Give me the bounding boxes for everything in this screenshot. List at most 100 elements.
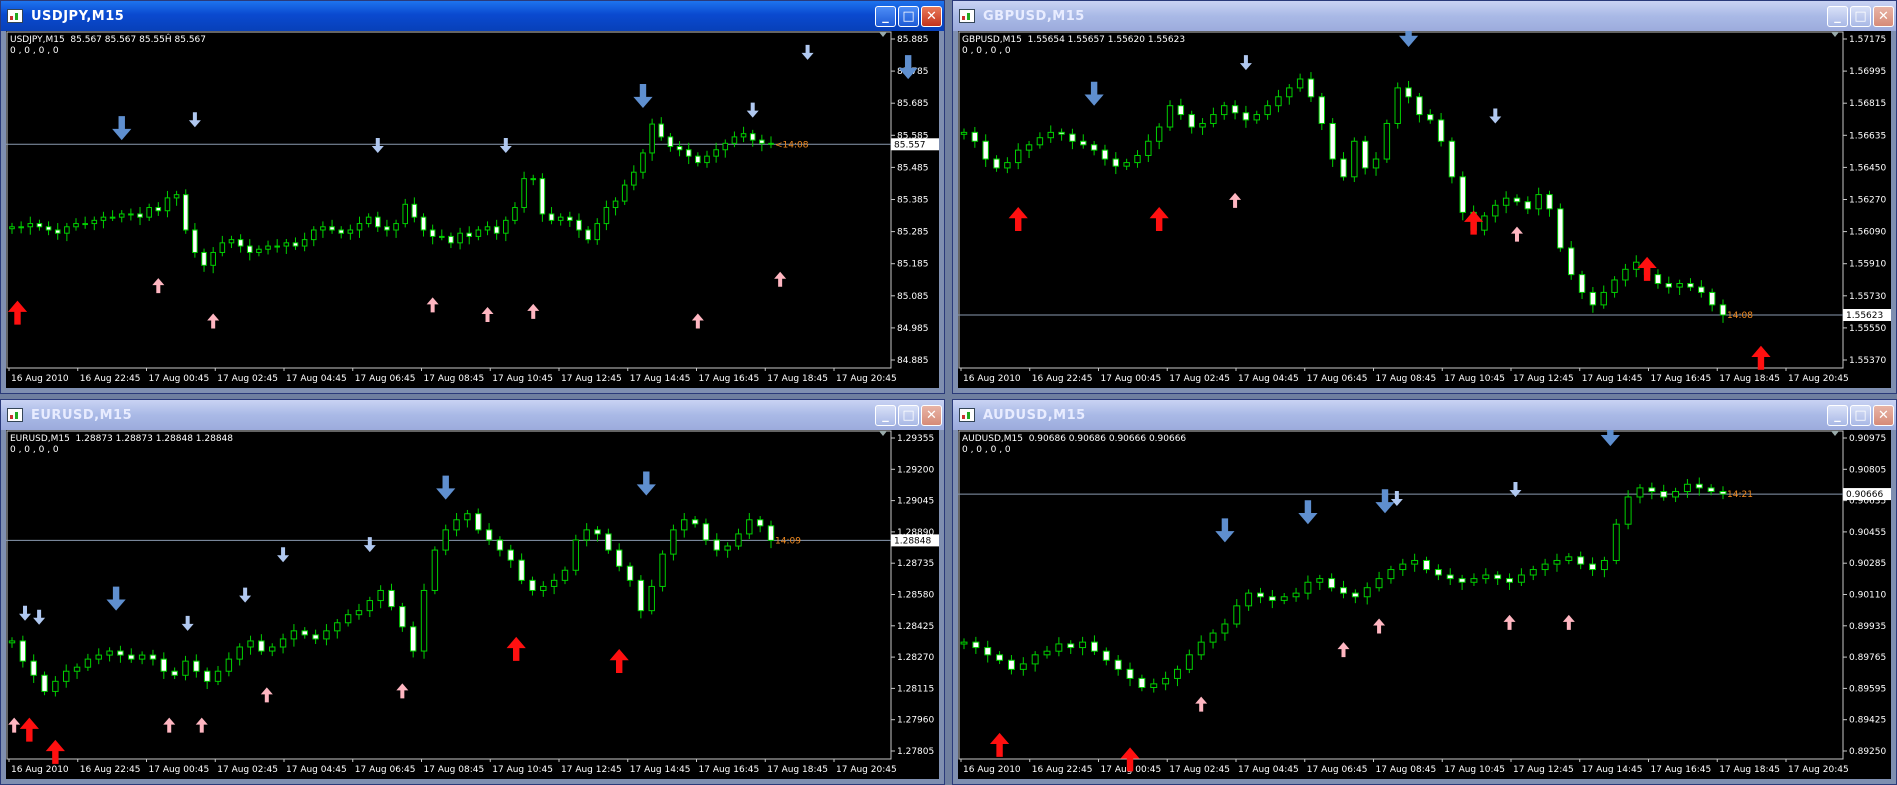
chart-window-icon[interactable] <box>959 9 975 23</box>
candle <box>539 173 546 222</box>
shift-marker[interactable] <box>1831 32 1839 37</box>
y-tick-label: 1.56450 <box>1849 163 1886 173</box>
candle <box>164 190 171 218</box>
sell-signal-arrow-icon <box>1398 31 1419 48</box>
price-label: 1.28848 <box>894 536 931 546</box>
chart-window-icon[interactable] <box>959 408 975 422</box>
candle <box>1589 287 1597 313</box>
indicator-values-line: 0 , 0 , 0 , 0 <box>10 445 59 455</box>
candle <box>1123 158 1130 171</box>
title-bar[interactable]: USDJPY,M15 _ □ ✕ <box>1 1 944 31</box>
y-tick-label: 1.56815 <box>1849 99 1886 109</box>
buy-hint-arrow-icon <box>481 307 494 323</box>
candle <box>1683 479 1691 498</box>
y-tick-label: 1.28580 <box>897 591 934 601</box>
candle <box>377 585 384 609</box>
price-chart[interactable]: 0.90975 0.90805 0.90635 0.90455 0.90285 0.901… <box>958 430 1891 779</box>
close-button[interactable]: ✕ <box>921 5 942 27</box>
sell-hint-arrow-icon <box>239 587 252 603</box>
buy-signal-arrow-icon <box>609 649 629 674</box>
chart-window-icon[interactable] <box>7 9 23 23</box>
y-tick-label: 1.55910 <box>1849 260 1886 270</box>
buy-hint-arrow-icon <box>1373 618 1386 634</box>
title-bar[interactable]: AUDUSD,M15 _ □ ✕ <box>953 400 1896 430</box>
candle <box>1031 651 1039 672</box>
chart-window-usdjpy[interactable]: USDJPY,M15_□✕85.88585.78585.68585.58585.… <box>0 0 945 394</box>
chart-window-icon[interactable] <box>7 408 23 422</box>
close-button[interactable]: ✕ <box>1873 5 1894 27</box>
minimize-button[interactable]: _ <box>875 404 896 426</box>
minimize-button[interactable]: _ <box>875 5 896 27</box>
y-tick-label: 1.29355 <box>897 434 934 444</box>
chart-window-eurusd[interactable]: EURUSD,M15 _ □ ✕ 1.29355 1.29200 1.29045 1.2889… <box>0 399 945 785</box>
maximize-button[interactable]: □ <box>898 404 919 426</box>
chart-canvas[interactable]: 1.57175 1.56995 1.56815 1.56635 1.56450 1.562… <box>958 31 1891 388</box>
candle <box>1268 590 1276 609</box>
maximize-button[interactable]: □ <box>1850 5 1871 27</box>
candle <box>1719 299 1727 323</box>
candle <box>507 544 514 568</box>
x-tick-label: 17 Aug 18:45 <box>1719 765 1780 775</box>
sell-hint-arrow-icon <box>188 112 201 128</box>
candle <box>603 200 610 231</box>
y-tick-label: 1.28270 <box>897 653 934 663</box>
minimize-button[interactable]: _ <box>1827 5 1848 27</box>
sell-signal-arrow-icon <box>106 586 126 611</box>
x-tick-label: 17 Aug 08:45 <box>424 374 485 384</box>
y-tick-label: 0.89935 <box>1849 622 1886 632</box>
close-button[interactable]: ✕ <box>921 404 942 426</box>
price-chart[interactable]: 85.88585.78585.68585.58585.48585.38585.2… <box>6 31 939 388</box>
chart-canvas[interactable]: 85.88585.78585.68585.58585.48585.38585.2… <box>6 31 939 388</box>
candle <box>735 528 742 550</box>
shift-marker[interactable] <box>879 32 887 37</box>
candle <box>1328 573 1336 592</box>
chart-canvas[interactable]: 0.909750.908050.906350.904550.902850.901… <box>958 430 1891 779</box>
title-bar[interactable]: GBPUSD,M15 _ □ ✕ <box>953 1 1896 31</box>
candle <box>1383 119 1391 163</box>
x-tick-label: 17 Aug 14:45 <box>1582 374 1643 384</box>
y-tick-label: 1.29045 <box>897 497 934 507</box>
y-tick-label: 1.56995 <box>1849 67 1886 77</box>
chart-canvas[interactable]: 1.293551.292001.290451.288901.287351.285… <box>6 430 939 779</box>
shift-marker[interactable] <box>1831 431 1839 436</box>
y-tick-label: 0.90805 <box>1849 465 1886 475</box>
candle <box>631 165 637 191</box>
chart-window-audusd[interactable]: AUDUSD,M15 _ □ ✕ 0.90975 0.90805 0.90635 0.9045… <box>952 399 1897 785</box>
candle <box>1719 486 1727 500</box>
x-tick-label: 16 Aug 2010 <box>11 374 69 384</box>
candle <box>388 583 395 611</box>
close-button[interactable]: ✕ <box>1873 404 1894 426</box>
price-chart[interactable]: 1.29355 1.29200 1.29045 1.28890 1.28735 1.285… <box>6 430 939 779</box>
candle <box>366 596 374 618</box>
candle <box>984 640 992 663</box>
x-tick-label: 17 Aug 10:45 <box>492 374 553 384</box>
maximize-button[interactable]: □ <box>1850 404 1871 426</box>
shift-marker[interactable] <box>879 431 887 436</box>
x-tick-label: 17 Aug 18:45 <box>1719 374 1780 384</box>
y-tick-label: 85.885 <box>897 35 929 45</box>
chart-window-gbpusd[interactable]: GBPUSD,M15 _ □ ✕ 1.57175 1.56995 1.56815 1.5663… <box>952 0 1897 394</box>
candle <box>1695 477 1703 496</box>
candle <box>128 208 134 221</box>
candle <box>667 133 674 152</box>
title-bar[interactable]: EURUSD,M15 _ □ ✕ <box>1 400 944 430</box>
candle <box>225 652 233 677</box>
x-tick-label: 17 Aug 00:45 <box>149 374 210 384</box>
candle <box>1698 280 1705 298</box>
minimize-button[interactable]: _ <box>1827 404 1848 426</box>
candle <box>971 126 979 148</box>
candle <box>464 509 471 528</box>
candle <box>713 533 720 557</box>
candle <box>1648 482 1656 500</box>
y-tick-label: 85.085 <box>897 292 929 302</box>
candle <box>1080 134 1087 149</box>
price-chart[interactable]: 1.57175 1.56995 1.56815 1.56635 1.56450 1.562… <box>958 31 1891 388</box>
candle <box>493 219 500 240</box>
x-tick-label: 17 Aug 10:45 <box>1444 765 1505 775</box>
candle <box>1372 152 1380 176</box>
candle <box>1612 518 1620 565</box>
maximize-button[interactable]: □ <box>898 5 919 27</box>
candle <box>1264 100 1271 120</box>
candle <box>214 665 222 686</box>
candle <box>1280 593 1288 605</box>
